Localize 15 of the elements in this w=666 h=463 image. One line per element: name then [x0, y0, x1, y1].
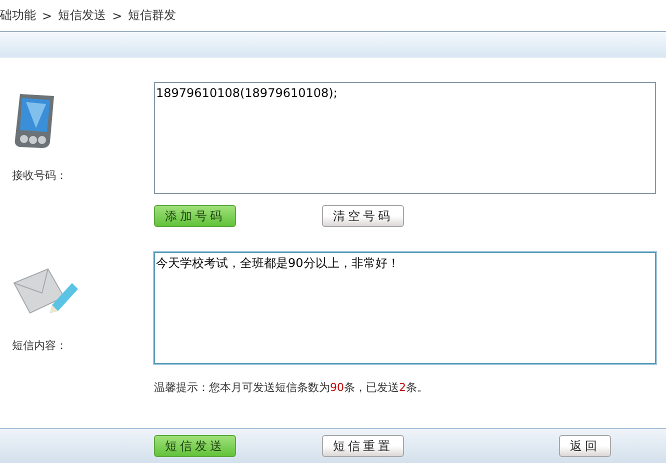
- breadcrumb-separator: >: [112, 8, 122, 22]
- field-label: 短信内容：: [12, 338, 67, 353]
- breadcrumb-item[interactable]: 础功能: [0, 7, 36, 24]
- action-button[interactable]: 清空号码: [322, 205, 404, 227]
- input-field[interactable]: 18979610108(18979610108);: [154, 82, 656, 194]
- action-button[interactable]: 返回: [559, 435, 611, 457]
- breadcrumb-item[interactable]: 短信发送: [58, 7, 106, 24]
- action-button[interactable]: 短信发送: [154, 435, 236, 457]
- action-button[interactable]: 短信重置: [322, 435, 404, 457]
- breadcrumb-item[interactable]: 短信群发: [128, 7, 176, 24]
- input-field[interactable]: 今天学校考试，全班都是90分以上，非常好！: [154, 252, 656, 364]
- field-label: 接收号码：: [12, 168, 67, 183]
- action-button[interactable]: 添加号码: [154, 205, 236, 227]
- hint-text: 温馨提示：您本月可发送短信条数为90条，已发送2条。: [154, 380, 429, 395]
- breadcrumb-separator: >: [42, 8, 52, 22]
